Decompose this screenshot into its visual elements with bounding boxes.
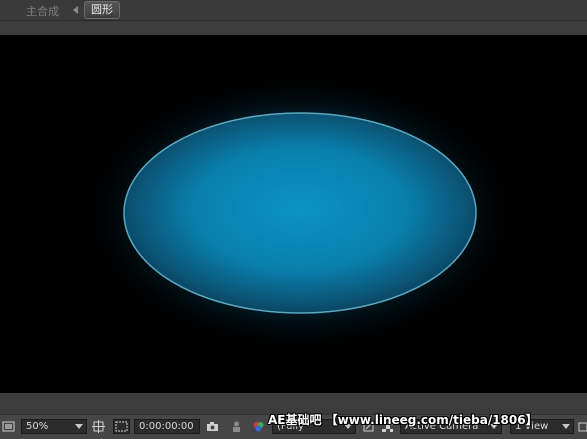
composition-viewer[interactable] (0, 35, 587, 393)
zoom-dropdown[interactable]: 50% (21, 419, 87, 434)
toggle-pixel-aspect-icon[interactable] (578, 420, 587, 433)
region-of-interest-icon[interactable] (113, 419, 130, 434)
breadcrumb-arrow-icon (73, 6, 78, 14)
chevron-down-icon (75, 424, 83, 429)
viewer-top-margin (0, 21, 587, 35)
watermark-text: AE基础吧 【www.lineeg.com/tieba/1806】 (268, 413, 538, 427)
chevron-down-icon (562, 424, 570, 429)
breadcrumb-parent-comp[interactable]: 主合成 (26, 3, 59, 19)
composition-breadcrumb-bar: 主合成 圆形 (0, 0, 587, 21)
zoom-value: 50% (26, 421, 49, 432)
breadcrumb-current-comp[interactable]: 圆形 (84, 1, 120, 19)
camera-snapshot-icon[interactable] (206, 420, 219, 433)
always-preview-icon[interactable] (2, 420, 15, 433)
current-time-field[interactable]: 0:00:00:00 (134, 419, 200, 434)
ellipse-shape[interactable] (123, 112, 477, 314)
resolution-grid-icon[interactable] (92, 420, 105, 433)
color-channels-icon[interactable] (252, 420, 265, 433)
composition-canvas (80, 73, 520, 353)
show-snapshot-icon[interactable] (230, 420, 243, 433)
